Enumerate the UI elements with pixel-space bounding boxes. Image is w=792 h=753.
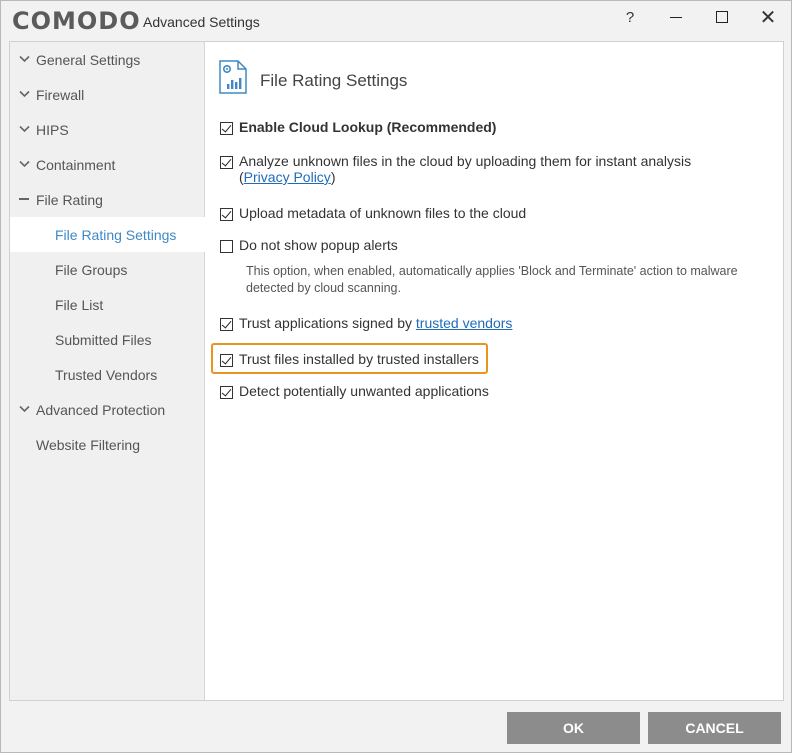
option-trust-signed-apps: Trust applications signed by trusted ven… [220, 315, 512, 331]
privacy-policy-link[interactable]: Privacy Policy [244, 169, 331, 185]
option-trust-installers: Trust files installed by trusted install… [220, 351, 479, 367]
chevron-down-icon [18, 87, 30, 101]
sidebar-item-trusted-vendors[interactable]: Trusted Vendors [10, 357, 205, 392]
sidebar-item-label: Advanced Protection [36, 401, 166, 418]
advanced-settings-window: COMODO Advanced Settings ? ✕ General Set… [0, 0, 792, 753]
trusted-vendors-link[interactable]: trusted vendors [416, 315, 513, 331]
detect-pua-checkbox[interactable] [220, 386, 233, 399]
sidebar-item-label: Firewall [36, 86, 85, 103]
collapse-minus-icon [18, 192, 30, 206]
sidebar-item-label: Containment [36, 156, 116, 173]
sidebar-item-advanced-protection[interactable]: Advanced Protection [10, 392, 205, 427]
analyze-checkbox[interactable] [220, 156, 233, 169]
content-frame: General Settings Firewall HIPS Containme… [9, 41, 784, 701]
option-label: Trust applications signed by trusted ven… [239, 315, 512, 331]
metadata-checkbox[interactable] [220, 208, 233, 221]
no-popup-checkbox[interactable] [220, 240, 233, 253]
file-rating-icon [219, 60, 247, 94]
paren-close: ) [330, 169, 336, 185]
chevron-down-icon [18, 157, 30, 171]
sidebar-item-file-rating[interactable]: File Rating [10, 182, 205, 217]
trust-signed-checkbox[interactable] [220, 318, 233, 331]
minimize-icon [670, 16, 682, 18]
option-label: Trust files installed by trusted install… [239, 351, 479, 367]
maximize-button[interactable] [707, 5, 737, 29]
window-title: Advanced Settings [143, 14, 260, 30]
option-no-popup-alerts: Do not show popup alerts [220, 237, 398, 253]
sidebar-item-general-settings[interactable]: General Settings [10, 42, 205, 77]
option-description: This option, when enabled, automatically… [246, 264, 738, 295]
comodo-logo: COMODO [12, 7, 141, 35]
sidebar-item-file-rating-settings[interactable]: File Rating Settings [10, 217, 205, 252]
main-panel: File Rating Settings Enable Cloud Lookup… [206, 42, 783, 700]
option-label: Do not show popup alerts [239, 237, 398, 253]
help-button[interactable]: ? [615, 5, 645, 29]
minimize-button[interactable] [661, 5, 691, 29]
sidebar-item-firewall[interactable]: Firewall [10, 77, 205, 112]
sidebar-item-website-filtering[interactable]: Website Filtering [10, 427, 205, 462]
ok-button[interactable]: OK [507, 712, 640, 744]
option-label-text: Analyze unknown files in the cloud by up… [239, 153, 692, 169]
sidebar-item-submitted-files[interactable]: Submitted Files [10, 322, 205, 357]
option-label: Detect potentially unwanted applications [239, 383, 489, 399]
option-detect-pua: Detect potentially unwanted applications [220, 383, 489, 399]
cancel-button[interactable]: CANCEL [648, 712, 781, 744]
chevron-down-icon [18, 52, 30, 66]
sidebar-item-file-groups[interactable]: File Groups [10, 252, 205, 287]
sidebar-item-label: File List [55, 296, 104, 313]
sidebar-item-label: General Settings [36, 51, 141, 68]
cloud-lookup-checkbox[interactable] [220, 122, 233, 135]
chevron-down-icon [18, 402, 30, 416]
sidebar: General Settings Firewall HIPS Containme… [10, 42, 205, 700]
chevron-down-icon [18, 122, 30, 136]
option-analyze-unknown: Analyze unknown files in the cloud by up… [220, 153, 691, 185]
sidebar-item-label: File Rating Settings [55, 226, 177, 243]
option-enable-cloud-lookup: Enable Cloud Lookup (Recommended) [220, 119, 496, 135]
sidebar-item-label: File Groups [55, 261, 128, 278]
page-title: File Rating Settings [260, 71, 408, 90]
sidebar-item-label: Website Filtering [36, 436, 141, 453]
sidebar-item-label: Submitted Files [55, 331, 152, 348]
sidebar-item-hips[interactable]: HIPS [10, 112, 205, 147]
close-button[interactable]: ✕ [753, 5, 783, 29]
option-label: Upload metadata of unknown files to the … [239, 205, 527, 221]
option-label-text: Trust applications signed by [239, 315, 413, 331]
title-bar: COMODO Advanced Settings ? ✕ [1, 1, 791, 39]
sidebar-item-containment[interactable]: Containment [10, 147, 205, 182]
sidebar-item-file-list[interactable]: File List [10, 287, 205, 322]
option-label: Enable Cloud Lookup (Recommended) [239, 119, 497, 135]
sidebar-item-label: Trusted Vendors [55, 366, 158, 383]
trust-installers-checkbox[interactable] [220, 354, 233, 367]
maximize-icon [716, 11, 728, 23]
option-label: Analyze unknown files in the cloud by up… [239, 153, 691, 185]
option-upload-metadata: Upload metadata of unknown files to the … [220, 205, 526, 221]
sidebar-item-label: HIPS [36, 121, 69, 138]
sidebar-item-label: File Rating [36, 191, 103, 208]
